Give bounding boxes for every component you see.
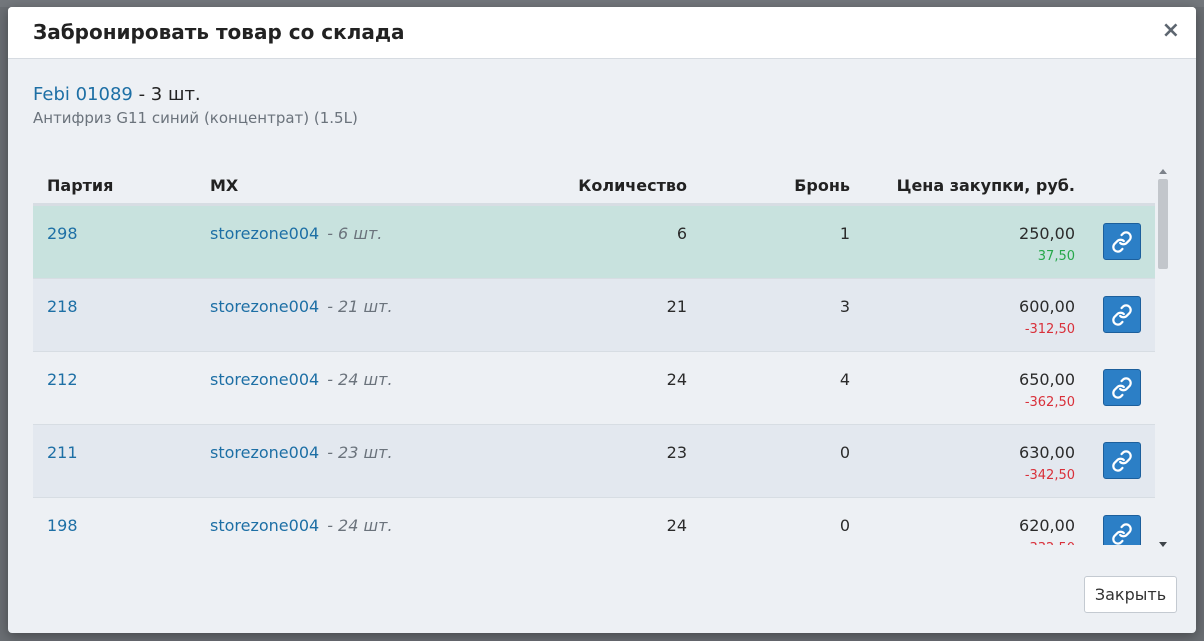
close-icon[interactable]: × (1162, 19, 1180, 43)
reserve-value: 0 (839, 443, 850, 462)
mx-stock-count: - 24 шт. (327, 370, 393, 389)
dialog-footer: Закрыть (8, 547, 1196, 633)
price-difference: -342,50 (1024, 468, 1075, 483)
mx-link[interactable]: storezone004 (210, 370, 319, 389)
dialog-header: Забронировать товар со склада × (8, 7, 1196, 59)
quantity-value: 21 (666, 297, 687, 316)
mx-stock-count: - 24 шт. (327, 516, 393, 535)
mx-cell: storezone004 - 23 шт. (210, 443, 393, 462)
product-info: Febi 01089 - 3 шт. Антифриз G11 синий (к… (33, 84, 358, 127)
reserve-link-button[interactable] (1103, 369, 1141, 406)
table-row[interactable]: 212 storezone004 - 24 шт. 24 4 650,00 -362,50 (33, 351, 1155, 424)
party-link[interactable]: 211 (47, 443, 78, 462)
mx-stock-count: - 21 шт. (327, 297, 393, 316)
reserve-link-button[interactable] (1103, 515, 1141, 545)
table-row[interactable]: 218 storezone004 - 21 шт. 21 3 600,00 -312,50 (33, 278, 1155, 351)
price-difference: -332,50 (1025, 541, 1075, 545)
product-link[interactable]: Febi 01089 (33, 84, 133, 105)
quantity-value: 6 (676, 224, 687, 243)
price-difference: 37,50 (1037, 249, 1075, 264)
quantity-value: 23 (666, 443, 687, 462)
link-icon (1112, 522, 1132, 545)
link-icon (1112, 230, 1132, 253)
table-header: Партия МХ Количество Бронь Цена закупки,… (33, 162, 1155, 205)
close-button[interactable]: Закрыть (1084, 576, 1177, 613)
reserve-link-button[interactable] (1103, 296, 1141, 333)
price-value: 250,00 (1019, 224, 1075, 243)
price-value: 620,00 (1019, 516, 1075, 535)
mx-link[interactable]: storezone004 (210, 224, 319, 243)
link-icon (1112, 449, 1132, 472)
price-difference: -362,50 (1024, 395, 1075, 410)
mx-cell: storezone004 - 6 шт. (210, 224, 382, 243)
mx-link[interactable]: storezone004 (210, 443, 319, 462)
reserve-dialog: Забронировать товар со склада × Febi 010… (8, 7, 1196, 633)
mx-cell: storezone004 - 21 шт. (210, 297, 393, 316)
product-line: Febi 01089 - 3 шт. (33, 84, 358, 106)
mx-link[interactable]: storezone004 (210, 297, 319, 316)
mx-stock-count: - 23 шт. (327, 443, 393, 462)
reserve-value: 3 (839, 297, 850, 316)
header-reserve: Бронь (794, 176, 850, 195)
product-description: Антифриз G11 синий (концентрат) (1.5L) (33, 109, 358, 127)
backdrop-strip (0, 0, 1204, 7)
quantity-value: 24 (666, 370, 687, 389)
table-scrollbar[interactable] (1157, 167, 1169, 553)
price-value: 600,00 (1019, 297, 1075, 316)
mx-cell: storezone004 - 24 шт. (210, 516, 393, 535)
mx-link[interactable]: storezone004 (210, 516, 319, 535)
mx-stock-count: - 6 шт. (327, 224, 383, 243)
table-row[interactable]: 298 storezone004 - 6 шт. 6 1 250,00 37,50 (33, 205, 1155, 278)
quantity-value: 24 (666, 516, 687, 535)
scroll-thumb[interactable] (1158, 179, 1168, 269)
product-quantity: - 3 шт. (132, 84, 201, 105)
batches-table: Партия МХ Количество Бронь Цена закупки,… (33, 162, 1177, 545)
reserve-link-button[interactable] (1103, 223, 1141, 260)
header-quantity: Количество (578, 176, 687, 195)
price-difference: -312,50 (1024, 322, 1075, 337)
header-mx: МХ (210, 176, 239, 195)
scroll-up-arrow-icon[interactable] (1159, 169, 1167, 174)
link-icon (1112, 303, 1132, 326)
party-link[interactable]: 198 (47, 516, 78, 535)
reserve-value: 0 (839, 516, 850, 535)
price-value: 630,00 (1019, 443, 1075, 462)
reserve-value: 4 (839, 370, 850, 389)
party-link[interactable]: 218 (47, 297, 78, 316)
dialog-title: Забронировать товар со склада (33, 20, 405, 44)
link-icon (1112, 376, 1132, 399)
party-link[interactable]: 212 (47, 370, 78, 389)
header-party: Партия (47, 176, 114, 195)
reserve-value: 1 (839, 224, 850, 243)
table-row[interactable]: 211 storezone004 - 23 шт. 23 0 630,00 -342,50 (33, 424, 1155, 497)
table-row[interactable]: 198 storezone004 - 24 шт. 24 0 620,00 -332,50 (33, 497, 1155, 545)
reserve-link-button[interactable] (1103, 442, 1141, 479)
mx-cell: storezone004 - 24 шт. (210, 370, 393, 389)
party-link[interactable]: 298 (47, 224, 78, 243)
header-price: Цена закупки, руб. (896, 176, 1075, 195)
price-value: 650,00 (1019, 370, 1075, 389)
